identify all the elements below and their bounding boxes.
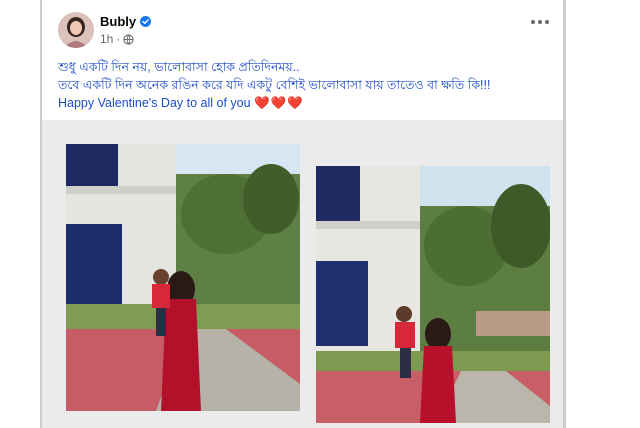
post-text-line-3: Happy Valentine's Day to all of you ❤️❤️… [58,94,548,112]
globe-icon [123,33,134,45]
author-name[interactable]: Bubly [100,14,136,29]
left-background [0,0,41,428]
heart-emojis: ❤️❤️❤️ [254,96,304,110]
post-timestamp[interactable]: 1h [100,32,113,46]
right-background [566,0,640,428]
post-header: Bubly 1h · [42,0,563,56]
meta-separator: · [116,32,121,46]
more-options-icon[interactable] [531,20,549,24]
author-avatar[interactable] [58,12,94,48]
photo-2[interactable] [316,166,550,423]
media-grid [42,120,563,428]
post-text: শুধু একটি দিন নয়, ভালোবাসা হোক প্রতিদিন… [58,58,548,112]
post-text-line-1: শুধু একটি দিন নয়, ভালোবাসা হোক প্রতিদিন… [58,60,300,74]
facebook-post: Bubly 1h · শুধু একটি দিন নয়, ভালোবাসা হ… [42,0,563,428]
post-text-line-3-text: Happy Valentine's Day to all of you [58,96,251,110]
verified-badge-icon [140,16,152,27]
author-row: Bubly [100,14,152,29]
post-meta: 1h · [100,32,134,46]
photo-1[interactable] [66,144,300,411]
post-text-line-2: তবে একটি দিন অনেক রঙিন করে যদি একটু বেশি… [58,78,491,92]
